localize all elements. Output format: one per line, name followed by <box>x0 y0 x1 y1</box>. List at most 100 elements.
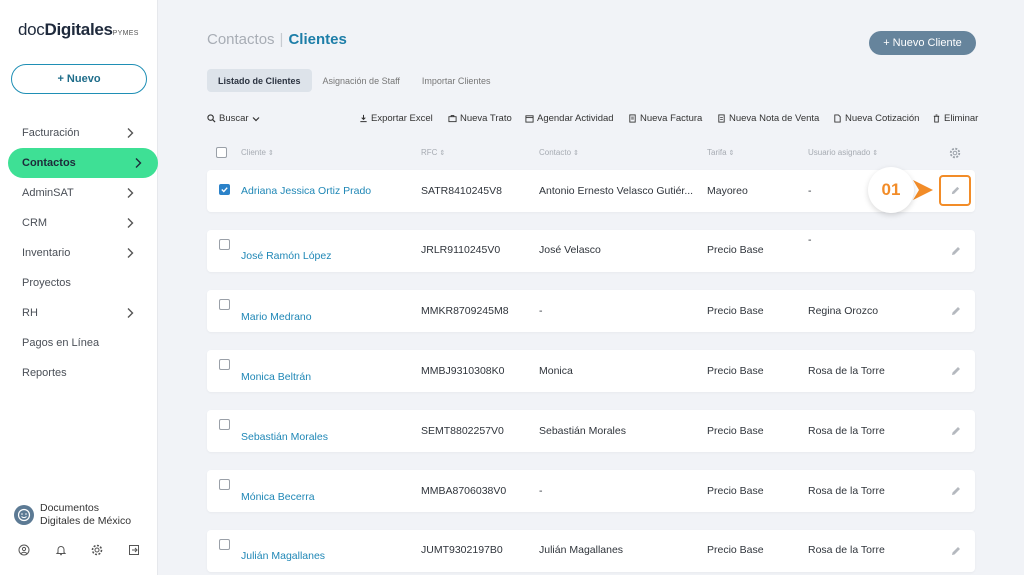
document-icon <box>718 114 725 123</box>
check-icon <box>221 187 228 193</box>
assigned-user-value: - <box>808 234 812 246</box>
schedule-activity-button[interactable]: Agendar Actividad <box>525 113 614 124</box>
tab-listado-de-clientes[interactable]: Listado de Clientes <box>207 69 312 92</box>
user-icon[interactable] <box>18 543 32 557</box>
client-name-link[interactable]: Sebastián Morales <box>241 431 411 443</box>
select-all-checkbox[interactable] <box>216 147 227 158</box>
client-name-link[interactable]: Julián Magallanes <box>241 550 411 562</box>
client-name-link[interactable]: Monica Beltrán <box>241 371 411 383</box>
edit-pencil-icon[interactable] <box>950 365 962 377</box>
new-button[interactable]: + Nuevo <box>11 64 147 94</box>
download-icon <box>360 114 367 123</box>
file-icon <box>834 114 841 123</box>
company-info[interactable]: Documentos Digitales de México <box>14 502 131 528</box>
rate-value: Precio Base <box>707 365 764 377</box>
briefcase-icon <box>448 115 457 123</box>
sidebar-item-proyectos[interactable]: Proyectos <box>0 268 158 298</box>
settings-gear-icon[interactable] <box>949 147 961 159</box>
sidebar-item-label: CRM <box>22 217 48 229</box>
table-row[interactable]: Mónica Becerra MMBA8706038V0 - Precio Base R… <box>207 470 975 512</box>
rfc-value: JUMT9302197B0 <box>421 544 503 556</box>
edit-pencil-icon[interactable] <box>950 545 962 557</box>
row-checkbox[interactable] <box>219 479 230 490</box>
sidebar-item-reportes[interactable]: Reportes <box>0 358 158 388</box>
edit-pencil-icon[interactable] <box>950 245 962 257</box>
tabs: Listado de Clientes Asignación de Staff Im… <box>207 69 501 92</box>
new-client-button[interactable]: + Nuevo Cliente <box>869 31 976 55</box>
rfc-value: SATR8410245V8 <box>421 185 502 197</box>
client-name-link[interactable]: Mónica Becerra <box>241 491 411 503</box>
table-row[interactable]: Mario Medrano MMKR8709245M8 - Precio Base Re… <box>207 290 975 332</box>
contact-value: Antonio Ernesto Velasco Gutiér... <box>539 185 694 197</box>
row-checkbox[interactable] <box>219 184 230 195</box>
table-row[interactable]: Monica Beltrán MMBJ9310308K0 Monica Precio … <box>207 350 975 392</box>
table-row[interactable]: Sebastián Morales SEMT8802257V0 Sebastián … <box>207 410 975 452</box>
new-deal-button[interactable]: Nueva Trato <box>448 113 512 124</box>
step-badge: 01 <box>868 167 914 213</box>
new-quote-button[interactable]: Nueva Cotización <box>833 113 919 124</box>
sidebar-item-contactos[interactable]: Contactos <box>8 148 158 178</box>
row-checkbox[interactable] <box>219 419 230 430</box>
sidebar-item-adminsat[interactable]: AdminSAT <box>0 178 158 208</box>
row-checkbox[interactable] <box>219 299 230 310</box>
client-name-link[interactable]: José Ramón López <box>241 250 411 262</box>
export-excel-button[interactable]: Exportar Excel <box>359 113 433 124</box>
client-name-link[interactable]: Mario Medrano <box>241 311 411 323</box>
column-header-rfc[interactable]: RFC ⇕ <box>421 148 445 157</box>
sidebar-item-label: Reportes <box>22 367 67 379</box>
table-row[interactable]: José Ramón López JRLR9110245V0 José Velasc… <box>207 230 975 272</box>
delete-button[interactable]: Eliminar <box>932 113 978 124</box>
assigned-user-value: Regina Orozco <box>808 305 879 317</box>
column-header-cliente[interactable]: Cliente ⇕ <box>241 148 274 157</box>
company-name-line1: Documentos <box>40 502 99 514</box>
sidebar-item-inventario[interactable]: Inventario <box>0 238 158 268</box>
tab-importar-clientes[interactable]: Importar Clientes <box>411 69 502 92</box>
sidebar: docDigitalesPYMES + Nuevo Facturación Con… <box>0 0 158 575</box>
client-name-link[interactable]: Adriana Jessica Ortiz Prado <box>241 185 411 197</box>
invoice-icon <box>629 114 636 123</box>
edit-pencil-icon[interactable] <box>950 425 962 437</box>
sidebar-item-label: Proyectos <box>22 277 71 289</box>
bell-icon[interactable] <box>55 543 69 557</box>
column-header-usuario-asignado[interactable]: Usuario asignado ⇕ <box>808 148 878 157</box>
toolbar: Buscar Exportar Excel Nueva Trato Agenda… <box>207 113 979 127</box>
sort-icon: ⇕ <box>571 150 579 157</box>
sidebar-nav: Facturación Contactos AdminSAT CRM Inventari… <box>0 118 158 388</box>
app-logo[interactable]: docDigitalesPYMES <box>18 20 139 40</box>
sidebar-item-label: RH <box>22 307 38 319</box>
search-button[interactable]: Buscar <box>207 113 260 124</box>
column-header-contacto[interactable]: Contacto ⇕ <box>539 148 579 157</box>
contact-value: Sebastián Morales <box>539 425 626 437</box>
new-sale-note-button[interactable]: Nueva Nota de Venta <box>717 113 819 124</box>
sidebar-item-crm[interactable]: CRM <box>0 208 158 238</box>
row-checkbox[interactable] <box>219 239 230 250</box>
sidebar-item-pagos-en-línea[interactable]: Pagos en Línea <box>0 328 158 358</box>
rfc-value: MMKR8709245M8 <box>421 305 509 317</box>
table-row[interactable]: Julián Magallanes JUMT9302197B0 Julián Mag… <box>207 530 975 572</box>
breadcrumb-contactos[interactable]: Contactos <box>207 31 275 48</box>
column-header-tarifa[interactable]: Tarifa ⇕ <box>707 148 734 157</box>
rate-value: Precio Base <box>707 544 764 556</box>
chevron-right-icon <box>127 308 134 318</box>
sidebar-item-label: Inventario <box>22 247 71 259</box>
table-header: Cliente ⇕ RFC ⇕ Contacto ⇕ Tarifa ⇕ Usuario … <box>207 145 975 161</box>
gear-icon[interactable] <box>91 543 105 557</box>
chevron-right-icon <box>127 128 134 138</box>
chevron-down-icon <box>252 116 260 121</box>
contact-value: - <box>539 485 543 497</box>
edit-highlight[interactable] <box>939 175 971 206</box>
new-invoice-button[interactable]: Nueva Factura <box>628 113 702 124</box>
edit-pencil-icon[interactable] <box>950 485 962 497</box>
row-checkbox[interactable] <box>219 539 230 550</box>
sidebar-item-facturación[interactable]: Facturación <box>0 118 158 148</box>
logout-icon[interactable] <box>128 543 142 557</box>
table-row[interactable]: Adriana Jessica Ortiz Prado SATR8410245V8… <box>207 170 975 212</box>
page-title: Clientes <box>288 31 347 48</box>
rate-value: Precio Base <box>707 425 764 437</box>
tab-asignación-de-staff[interactable]: Asignación de Staff <box>312 69 411 92</box>
edit-pencil-icon[interactable] <box>950 305 962 317</box>
sidebar-item-rh[interactable]: RH <box>0 298 158 328</box>
row-checkbox[interactable] <box>219 359 230 370</box>
sidebar-item-label: Contactos <box>22 157 76 169</box>
sort-icon: ⇕ <box>265 150 274 157</box>
